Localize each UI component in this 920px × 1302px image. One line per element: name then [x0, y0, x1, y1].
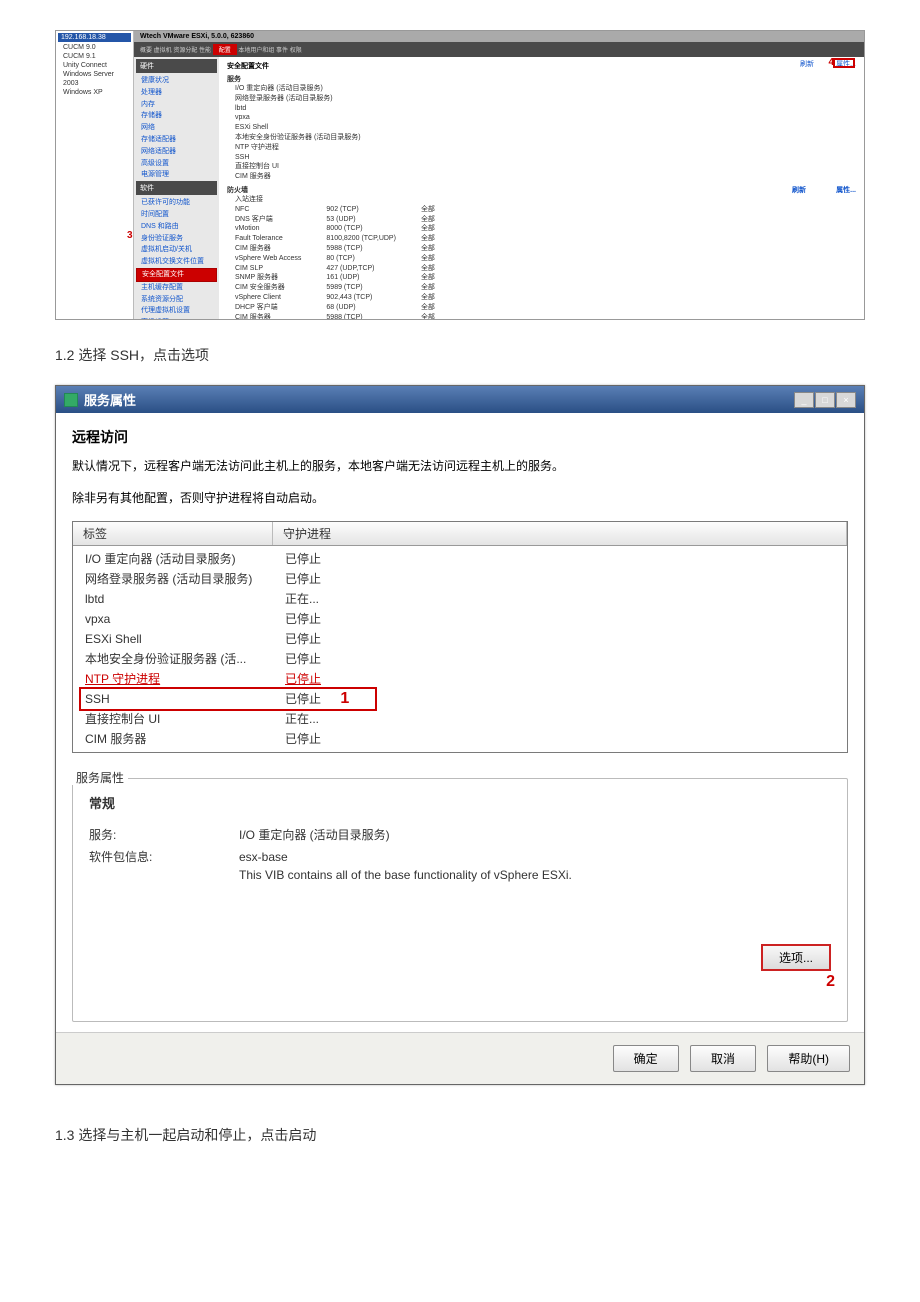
sidebar-item[interactable]: 身份验证服务: [136, 233, 217, 245]
fieldset-legend: 服务属性: [72, 771, 128, 785]
config-sidebar: 硬件 健康状况 处理器 内存 存储器 网络 存储适配器 网络适配器 高级设置 电…: [134, 57, 219, 320]
sidebar-item[interactable]: 虚拟机启动/关机: [136, 244, 217, 256]
service-row[interactable]: 直接控制台 UI 正在...: [73, 709, 847, 729]
tree-root-host[interactable]: 192.168.18.38: [58, 33, 131, 42]
sidebar-item[interactable]: 虚拟机交换文件位置: [136, 256, 217, 268]
dialog-titlebar[interactable]: 服务属性 _ □ ×: [56, 386, 864, 413]
sidebar-item[interactable]: 代理虚拟机设置: [136, 305, 217, 317]
service-row[interactable]: 网络登录服务器 (活动目录服务) 已停止: [73, 569, 847, 589]
sidebar-item[interactable]: 存储器: [136, 110, 217, 122]
service-row[interactable]: ESXi Shell 已停止: [73, 629, 847, 649]
sidebar-item[interactable]: 网络适配器: [136, 146, 217, 158]
firewall-label: 防火墙 刷新 属性...: [227, 185, 856, 195]
sidebar-item-security-profile[interactable]: 安全配置文件: [136, 268, 217, 282]
service-row[interactable]: I/O 重定向器 (活动目录服务) 已停止: [73, 549, 847, 569]
dialog-app-icon: [64, 393, 78, 407]
sidebar-item[interactable]: 主机缓存配置: [136, 282, 217, 294]
hw-header: 硬件: [136, 59, 217, 73]
services-table: 标签 守护进程 I/O 重定向器 (活动目录服务) 已停止 网络登录服务器 (活…: [72, 521, 848, 753]
general-heading: 常规: [89, 793, 831, 812]
refresh-link[interactable]: 刷新: [800, 59, 814, 69]
sidebar-item[interactable]: 时间配置: [136, 209, 217, 221]
service-row[interactable]: lbtd 正在...: [73, 589, 847, 609]
fw-inbound-label: 入站连接: [235, 195, 856, 205]
services-label: 服务: [227, 74, 856, 84]
dialog-description-2: 除非另有其他配置，否则守护进程将自动启动。: [72, 489, 848, 507]
sidebar-item[interactable]: 已获许可的功能: [136, 197, 217, 209]
sidebar-item[interactable]: 处理器: [136, 87, 217, 99]
step-1-2-text: 1.2 选择 SSH，点击选项: [55, 345, 865, 365]
host-tabs[interactable]: 概要 虚拟机 资源分配 性能 配置 本地用户和组 事件 权限: [134, 42, 864, 57]
config-main: 安全配置文件 刷新 属性... 4 服务 I/O 重定向器 (活动目录服务) 网…: [219, 57, 864, 320]
properties-link[interactable]: 属性...: [836, 59, 856, 69]
service-row[interactable]: vpxa 已停止: [73, 609, 847, 629]
sidebar-item[interactable]: 高级设置: [136, 317, 217, 320]
service-row-ssh[interactable]: SSH 已停止 1: [73, 689, 847, 709]
window-buttons: _ □ ×: [794, 392, 856, 408]
sw-header: 软件: [136, 181, 217, 195]
sidebar-item[interactable]: 健康状况: [136, 75, 217, 87]
service-list: I/O 重定向器 (活动目录服务) 网络登录服务器 (活动目录服务) lbtd …: [227, 84, 856, 182]
properties-link-fw[interactable]: 属性...: [836, 185, 856, 195]
tree-item[interactable]: Unity Connect: [58, 61, 131, 70]
sidebar-item[interactable]: 系统资源分配: [136, 294, 217, 306]
tree-item[interactable]: CUCM 9.1: [58, 52, 131, 61]
prop-service-value: I/O 重定向器 (活动目录服务): [239, 826, 831, 844]
prop-pkg-label: 软件包信息:: [89, 848, 239, 884]
help-button[interactable]: 帮助(H): [767, 1045, 850, 1072]
ok-button[interactable]: 确定: [613, 1045, 679, 1072]
dialog-description-1: 默认情况下，远程客户端无法访问此主机上的服务，本地客户端无法访问远程主机上的服务…: [72, 457, 848, 475]
vsphere-client-screenshot: 192.168.18.38 CUCM 9.0 CUCM 9.1 Unity Co…: [55, 30, 865, 320]
service-props-fieldset: 常规 服务: I/O 重定向器 (活动目录服务) 软件包信息: esx-base…: [72, 778, 848, 1022]
maximize-button[interactable]: □: [815, 392, 835, 408]
service-properties-dialog: 服务属性 _ □ × 远程访问 默认情况下，远程客户端无法访问此主机上的服务，本…: [55, 385, 865, 1085]
sidebar-item[interactable]: 内存: [136, 99, 217, 111]
callout-4: 4: [828, 57, 834, 68]
sidebar-item[interactable]: 电源管理: [136, 169, 217, 181]
th-daemon[interactable]: 守护进程: [273, 522, 847, 545]
cancel-button[interactable]: 取消: [690, 1045, 756, 1072]
minimize-button[interactable]: _: [794, 392, 814, 408]
prop-service-label: 服务:: [89, 826, 239, 844]
service-row[interactable]: CIM 服务器 已停止: [73, 729, 847, 749]
main-title: 安全配置文件: [227, 61, 856, 71]
callout-box-4: [833, 58, 855, 68]
remote-access-heading: 远程访问: [72, 427, 848, 447]
sidebar-item[interactable]: 存储适配器: [136, 134, 217, 146]
sidebar-item[interactable]: 高级设置: [136, 158, 217, 170]
step-1-3-text: 1.3 选择与主机一起启动和停止，点击启动: [55, 1125, 865, 1145]
close-button[interactable]: ×: [836, 392, 856, 408]
tab-group-left[interactable]: 概要 虚拟机 资源分配 性能: [140, 48, 211, 54]
options-button[interactable]: 选项...: [761, 944, 831, 971]
th-label[interactable]: 标签: [73, 522, 273, 545]
prop-pkg-value: esx-base This VIB contains all of the ba…: [239, 848, 831, 884]
sidebar-item[interactable]: 网络: [136, 122, 217, 134]
inventory-tree: 192.168.18.38 CUCM 9.0 CUCM 9.1 Unity Co…: [56, 31, 134, 319]
callout-3: 3: [127, 230, 133, 241]
sidebar-item[interactable]: DNS 和路由: [136, 221, 217, 233]
dialog-footer: 确定 取消 帮助(H): [56, 1032, 864, 1084]
tree-item[interactable]: Windows XP: [58, 88, 131, 97]
services-table-body: I/O 重定向器 (活动目录服务) 已停止 网络登录服务器 (活动目录服务) 已…: [73, 546, 847, 752]
host-title: Wtech VMware ESXi, 5.0.0, 623860: [134, 31, 864, 42]
dialog-title: 服务属性: [84, 390, 136, 409]
tree-item[interactable]: Windows Server 2003: [58, 70, 131, 88]
services-table-header: 标签 守护进程: [73, 522, 847, 546]
service-row-ntp[interactable]: NTP 守护进程 已停止: [73, 669, 847, 689]
tree-item[interactable]: CUCM 9.0: [58, 43, 131, 52]
service-row[interactable]: 本地安全身份验证服务器 (活... 已停止: [73, 649, 847, 669]
callout-2: 2: [826, 973, 835, 991]
callout-1: 1: [340, 690, 349, 708]
tab-config-active[interactable]: 配置: [213, 44, 237, 55]
tab-group-right[interactable]: 本地用户和组 事件 权限: [238, 48, 301, 54]
fw-inbound-rows: NFCDNS 客户端vMotionFault ToleranceCIM 服务器v…: [235, 205, 856, 320]
refresh-link-fw[interactable]: 刷新: [792, 185, 806, 195]
